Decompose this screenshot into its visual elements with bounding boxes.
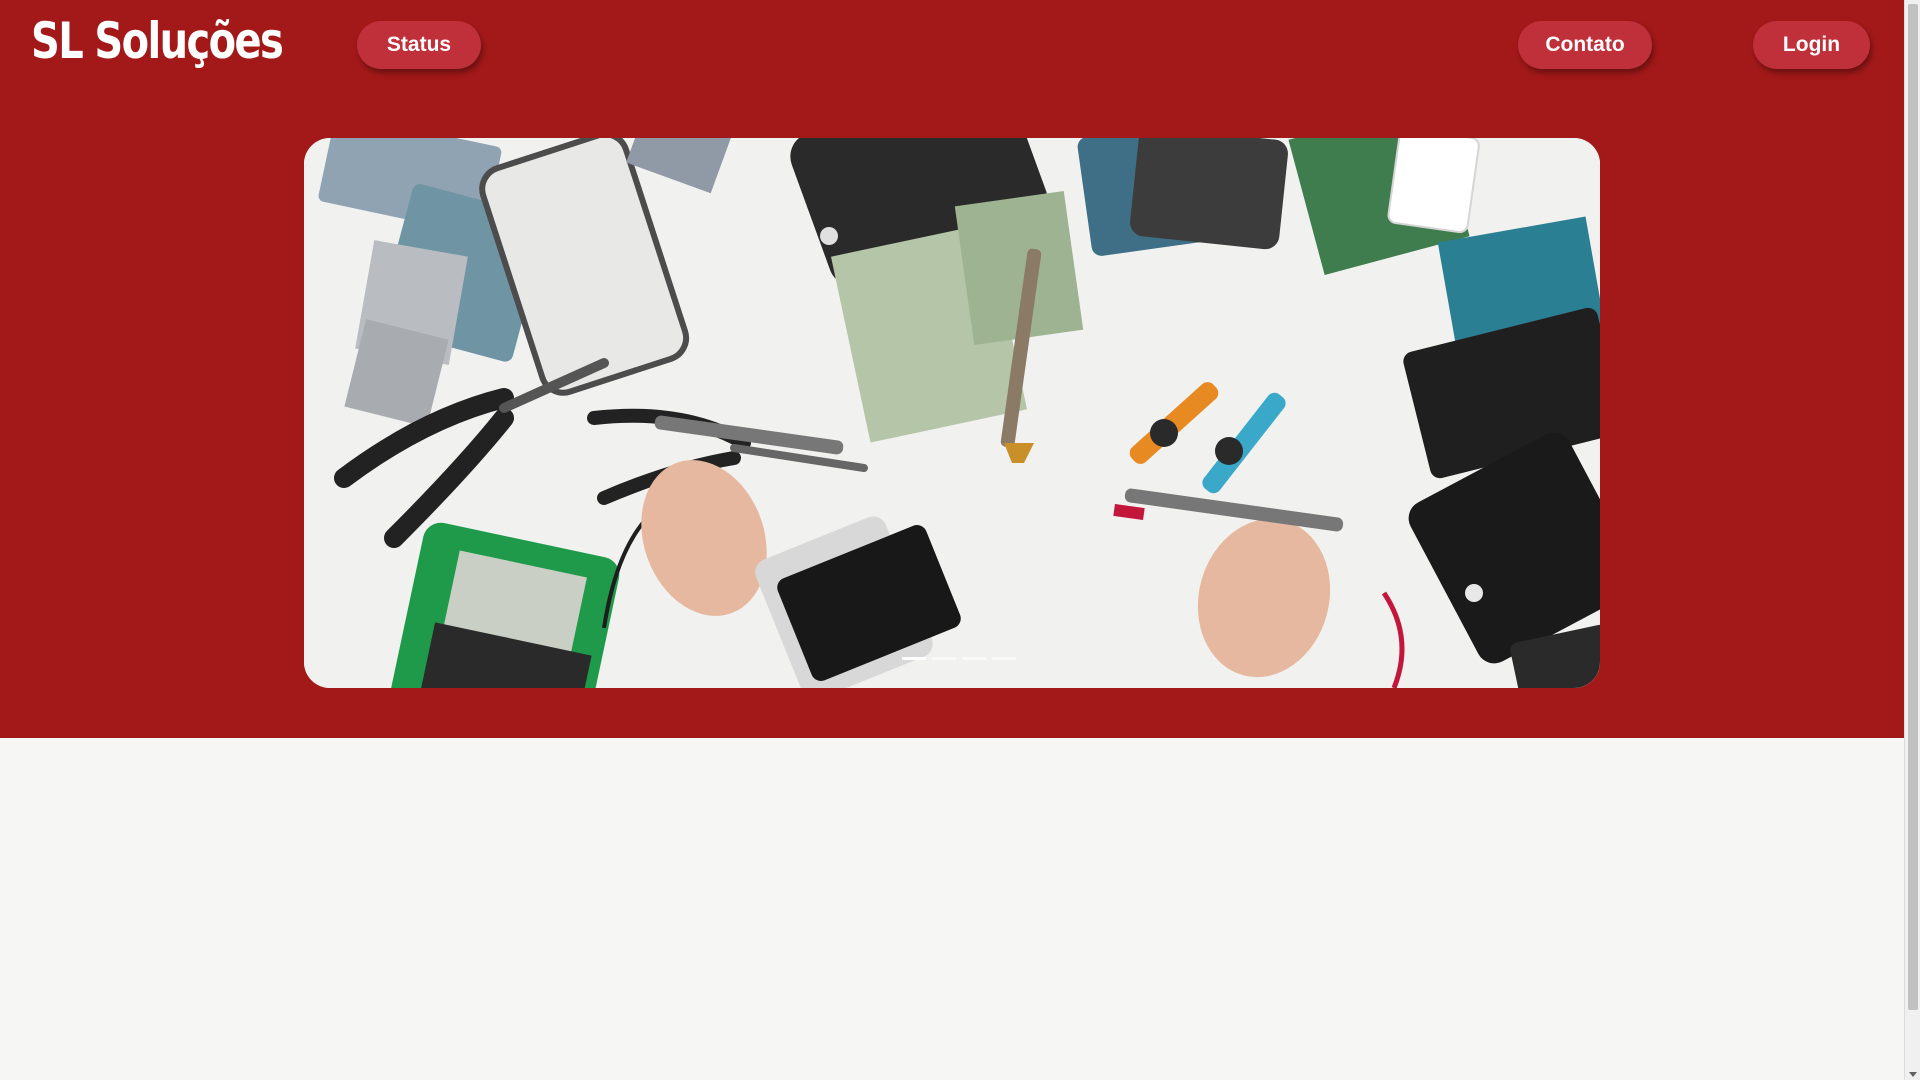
status-button[interactable]: Status [357, 21, 481, 69]
hero-carousel[interactable] [304, 138, 1600, 688]
scroll-down-arrow-icon[interactable] [1909, 1072, 1917, 1077]
carousel-dot-2[interactable] [932, 657, 956, 660]
site-logo[interactable]: SL Soluções [31, 12, 284, 70]
hero-image [304, 138, 1600, 688]
login-button[interactable]: Login [1753, 21, 1870, 69]
vertical-scrollbar[interactable] [1904, 0, 1920, 1080]
carousel-indicators [902, 657, 1016, 660]
contato-button[interactable]: Contato [1518, 21, 1652, 69]
header: SL Soluções Status Contato Login [0, 0, 1904, 738]
page: SL Soluções Status Contato Login [0, 0, 1920, 1080]
carousel-dot-4[interactable] [992, 657, 1016, 660]
carousel-dot-3[interactable] [962, 657, 986, 660]
scrollbar-thumb[interactable] [1908, 4, 1918, 1010]
carousel-dot-1[interactable] [902, 657, 926, 660]
